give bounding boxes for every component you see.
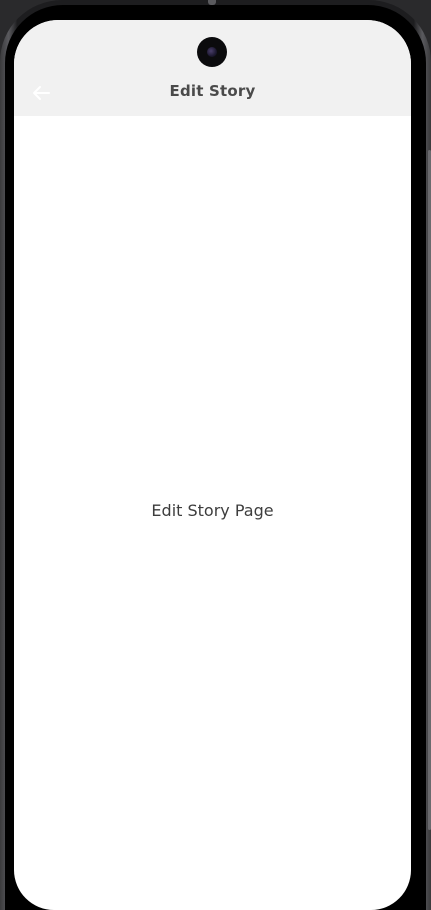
- camera-lens: [207, 47, 217, 57]
- screen: Edit Story Edit Story Page: [14, 20, 411, 910]
- page-title: Edit Story: [169, 82, 256, 100]
- page-body-text: Edit Story Page: [151, 501, 274, 520]
- phone-frame: Edit Story Edit Story Page: [0, 0, 431, 910]
- front-camera: [197, 37, 227, 67]
- app-bar: Edit Story: [14, 20, 411, 116]
